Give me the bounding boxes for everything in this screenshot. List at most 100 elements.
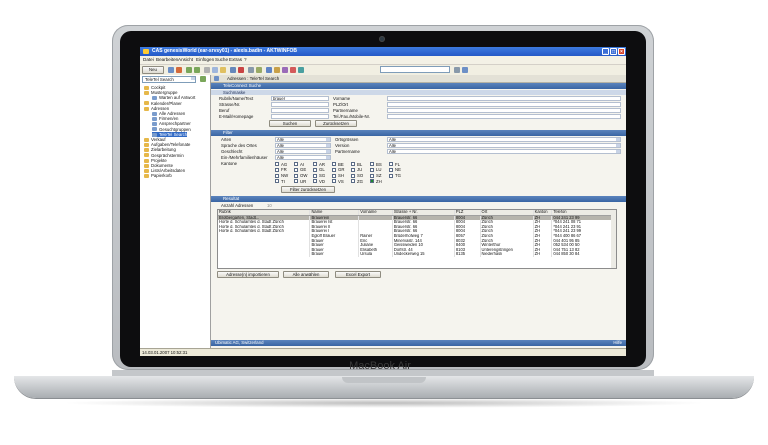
search-field-input[interactable] [271,108,329,113]
kanton-checkbox[interactable] [313,179,317,184]
kanton-checkbox[interactable] [389,167,393,172]
kanton-checkbox[interactable] [332,167,336,172]
minimize-button[interactable]: _ [602,48,609,55]
search-field-input[interactable] [387,108,621,113]
filter-select[interactable]: Alle [387,149,621,154]
kanton-checkbox[interactable] [332,173,336,178]
table-cell: Undeckerweg 15 [392,252,455,257]
kanton-checkbox[interactable] [294,162,298,166]
filter-select[interactable]: Alle [275,143,331,148]
menu-bearbeiten[interactable]: Bearbeiten [156,57,178,63]
kanton-checkbox[interactable] [313,167,317,172]
kanton-checkbox[interactable] [332,179,336,184]
filter-icon[interactable] [256,67,262,73]
kanton-checkbox[interactable] [370,179,374,184]
delete-icon[interactable] [176,67,182,73]
menu-extras[interactable]: Extras [229,57,242,63]
result-scrollbar[interactable] [611,210,616,268]
tree-refresh-icon[interactable] [200,76,206,82]
filter-select[interactable]: Alle [387,143,621,148]
view-selector[interactable]: TeleTel Search [142,76,196,83]
menu-ansicht[interactable]: Ansicht [178,57,193,63]
kanton-checkbox[interactable] [389,162,393,166]
search-field-input[interactable]: brauer [271,96,329,101]
table-cell: ZH [533,252,553,257]
search-field-input[interactable] [271,102,329,107]
filter-select[interactable]: Alle [275,149,331,154]
filter-label: Version [335,143,350,148]
kanton-checkbox[interactable] [351,173,355,178]
filter-select[interactable]: Alle [387,137,621,142]
mail-icon[interactable] [290,67,296,73]
search-button-label: Suchen [282,121,298,126]
import-button[interactable]: Adresse(n) importieren [217,271,279,278]
new-button-label: Neu [149,67,157,72]
kanton-checkbox[interactable] [313,162,317,166]
toolbar-search-field[interactable] [380,66,450,73]
cut-icon[interactable] [204,67,210,73]
kanton-checkbox[interactable] [275,162,279,166]
main-content: Adressen : TeleTel Search TeleConnect Su… [211,75,626,348]
search-field-input[interactable] [271,114,329,119]
menu-einfuegen[interactable]: Einfügen [196,57,214,63]
kanton-checkbox[interactable] [275,179,279,184]
forward-icon[interactable] [194,67,200,73]
folder-icon[interactable] [274,67,280,73]
select-all-button[interactable]: Alle anwählen [283,271,329,278]
filter-label: Sprache des Ortes [221,143,257,148]
kanton-checkbox[interactable] [275,167,279,172]
options-icon[interactable] [462,67,468,73]
search-button[interactable]: Suchen [269,120,311,127]
search-field-input[interactable] [387,96,621,101]
refresh-icon[interactable] [266,67,272,73]
maximize-button[interactable]: □ [610,48,617,55]
search-icon[interactable] [248,67,254,73]
phone-icon[interactable] [298,67,304,73]
tab-icon [214,76,219,81]
kanton-label: SG [319,173,326,179]
go-icon[interactable] [454,67,460,73]
kanton-checkbox[interactable] [351,162,355,166]
close-button[interactable]: × [618,48,625,55]
filter-select[interactable]: Alle [275,137,331,142]
folder-icon [144,106,149,111]
search-field-label: PLZ/Ort [333,102,349,107]
footer-help-link[interactable]: Hilfe [613,340,622,346]
reset-button[interactable]: Zurücksetzen [315,120,357,127]
copy-icon[interactable] [212,67,218,73]
print-icon[interactable] [230,67,236,73]
kanton-label: BE [338,161,344,167]
menu-datei[interactable]: Datei [143,57,154,63]
search-field-label: Beruf [219,108,230,113]
back-icon[interactable] [186,67,192,73]
kanton-checkbox[interactable] [351,167,355,172]
search-field-input[interactable] [387,114,621,119]
search-field-input[interactable] [387,102,621,107]
kanton-checkbox[interactable] [313,173,317,178]
tab-title[interactable]: Adressen : TeleTel Search [227,76,279,82]
kanton-checkbox[interactable] [370,173,374,178]
table-row[interactable]: Brauer Ursula Undeckerweg 15 8135 Niederhasl… [218,252,616,257]
menu-help[interactable]: ? [244,57,247,63]
filter-reset-button[interactable]: Filter zurücksetzen [281,186,335,193]
kanton-checkbox[interactable] [294,179,298,184]
kanton-checkbox[interactable] [332,162,336,166]
kanton-checkbox[interactable] [370,162,374,166]
tree-item[interactable]: Papierkorb [144,173,172,178]
search-field-label: Vorname [333,96,351,101]
new-button[interactable]: Neu [142,66,164,74]
kanton-checkbox[interactable] [294,173,298,178]
kanton-checkbox[interactable] [389,173,393,178]
paste-icon[interactable] [220,67,226,73]
menu-suche[interactable]: Suche [215,57,228,63]
kanton-checkbox[interactable] [275,173,279,178]
kanton-checkbox[interactable] [370,167,374,172]
kanton-checkbox[interactable] [351,179,355,184]
save-icon[interactable] [168,67,174,73]
kanton-checkbox[interactable] [294,167,298,172]
calendar-icon[interactable] [282,67,288,73]
filter-select[interactable]: Alle [275,155,331,160]
search-field-label: Rubrik/Name/Text [219,96,254,101]
mark-icon[interactable] [238,67,244,73]
excel-export-button[interactable]: Excel Export [335,271,381,278]
